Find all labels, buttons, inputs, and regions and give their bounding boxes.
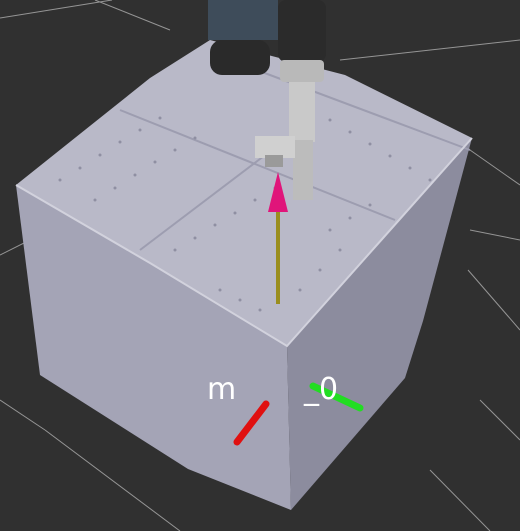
frame-label-right: _0 bbox=[304, 372, 339, 407]
robot-arm[interactable] bbox=[208, 0, 326, 82]
scene-canvas[interactable] bbox=[0, 0, 520, 531]
3d-viewport[interactable]: m _0 bbox=[0, 0, 520, 531]
frame-label-left: m bbox=[207, 372, 237, 407]
